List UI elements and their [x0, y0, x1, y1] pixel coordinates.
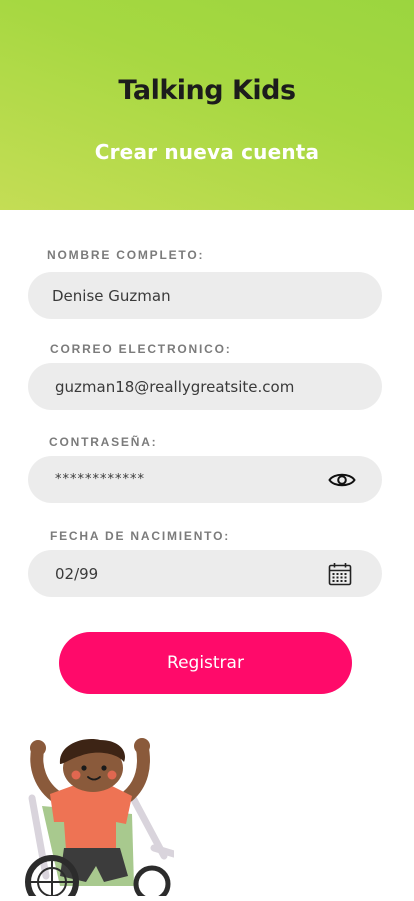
email-field[interactable]: guzman18@reallygreatsite.com	[28, 363, 382, 410]
email-label: CORREO ELECTRONICO:	[50, 342, 232, 356]
email-value: guzman18@reallygreatsite.com	[55, 377, 295, 396]
app-title: Talking Kids	[118, 75, 296, 106]
name-field[interactable]: Denise Guzman	[28, 272, 382, 319]
page-subtitle: Crear nueva cuenta	[94, 140, 320, 164]
register-button[interactable]: Registrar	[59, 632, 352, 694]
name-label: NOMBRE COMPLETO:	[47, 248, 205, 262]
calendar-icon[interactable]	[328, 562, 352, 586]
password-label: CONTRASEÑA:	[49, 435, 158, 449]
password-field[interactable]: ************	[28, 456, 382, 503]
birthdate-value: 02/99	[55, 564, 99, 583]
birthdate-field[interactable]: 02/99	[28, 550, 382, 597]
password-value: ************	[55, 472, 145, 487]
child-wheelchair-illustration	[24, 736, 178, 901]
eye-icon[interactable]	[328, 472, 356, 488]
header-banner: Talking Kids Crear nueva cuenta	[0, 0, 414, 210]
birthdate-label: FECHA DE NACIMIENTO:	[50, 529, 230, 543]
name-value: Denise Guzman	[52, 286, 171, 305]
